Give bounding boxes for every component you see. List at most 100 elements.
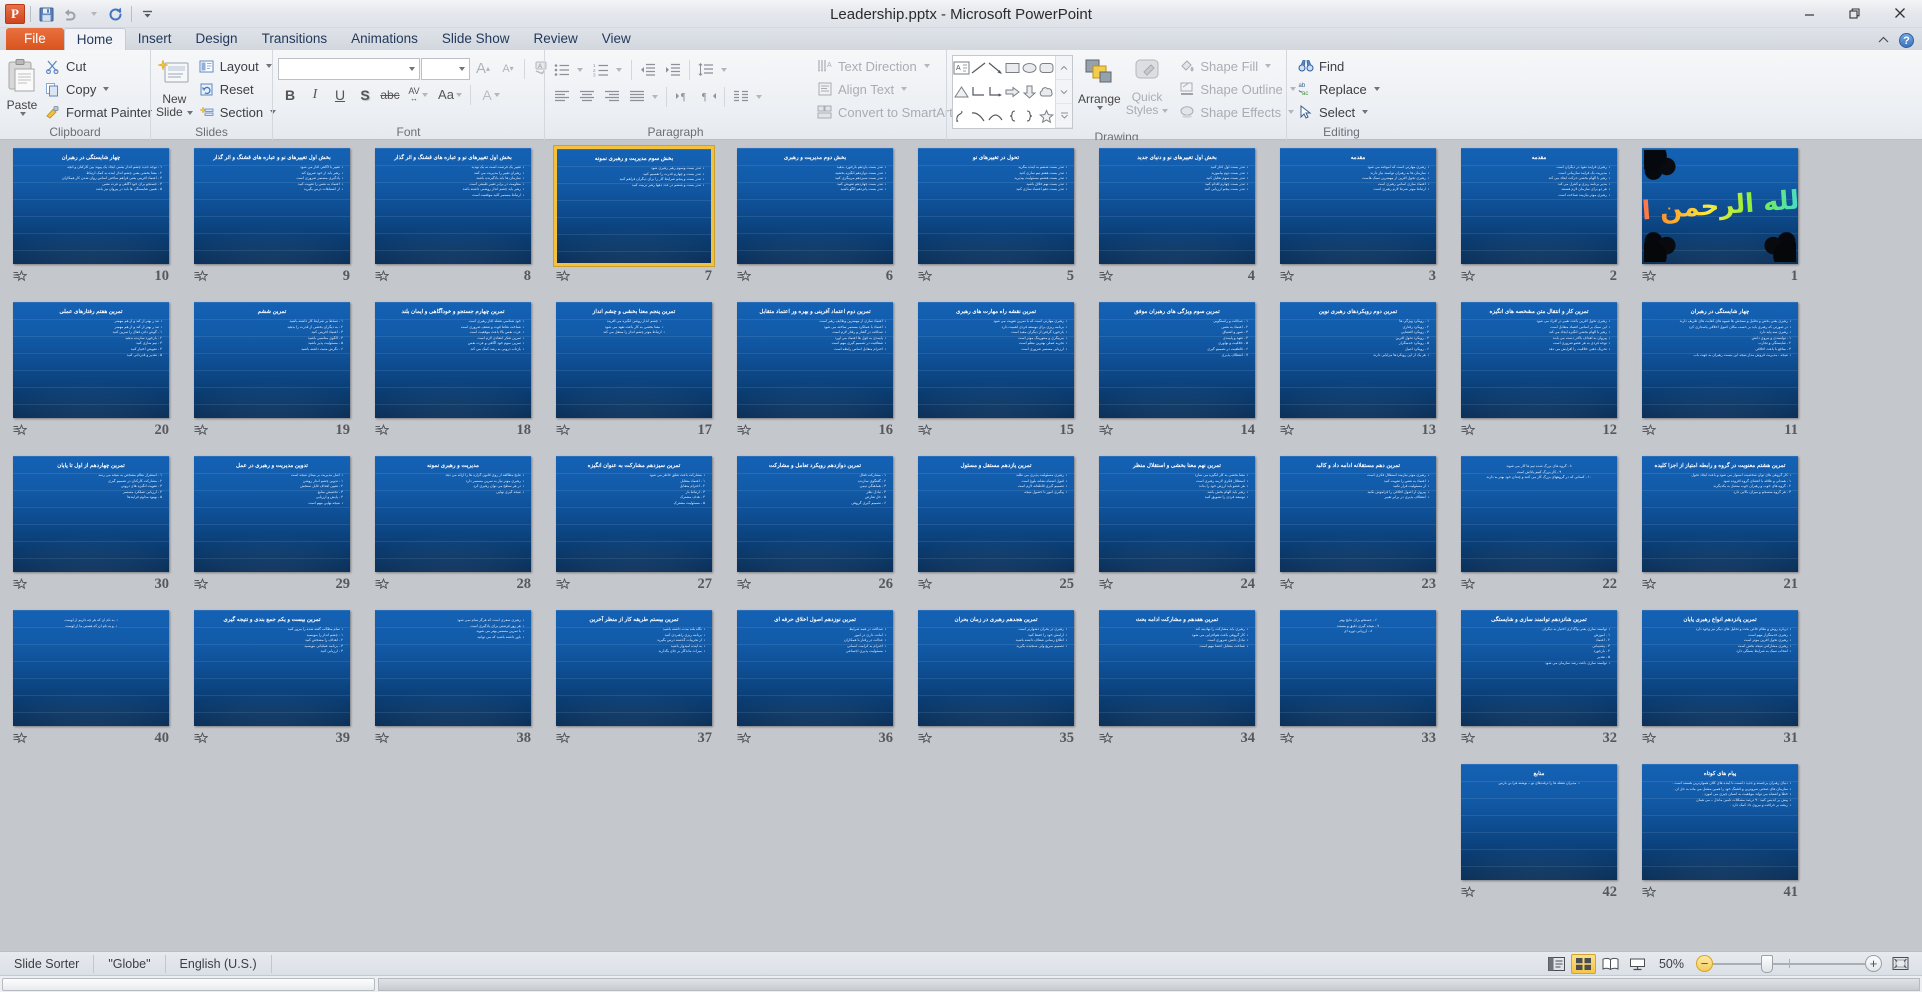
scrollbar-thumb[interactable] xyxy=(2,977,375,991)
chevron-down-icon[interactable] xyxy=(1373,87,1380,91)
slide-thumbnail-frame[interactable]: تمرین نقشه راه مهارت های رهبری رهبری مهار… xyxy=(916,300,1076,420)
slide-thumbnail-frame[interactable]: تحول در تغییرهای نو تندر بست ششم به آینده… xyxy=(916,146,1076,266)
slide-thumbnail-frame[interactable]: تمرین هفدهم و مشارکت ادامه بحث رهبری باید… xyxy=(1097,608,1257,728)
slide-thumbnail-41[interactable]: پیام های کوتاه دنیای رهبران برجسته و جدید… xyxy=(1640,762,1800,902)
transition-star-icon[interactable] xyxy=(918,423,932,437)
transition-star-icon[interactable] xyxy=(1642,731,1656,745)
slide-preview[interactable]: مقدمه رهبری مهارتی است که آموخته می شودسا… xyxy=(1280,148,1436,264)
slide-thumbnail-frame[interactable]: تمرین نوزدهم اصول اخلاق حرفه ای صداقت در … xyxy=(735,608,895,728)
slide-thumbnail-frame[interactable]: چهار شایستگی در رهبران رهبری یعنی بخش و ت… xyxy=(1640,300,1800,420)
slide-thumbnail-frame[interactable]: بخش سوم مدیریت و رهبری نمونه تندر بست وسو… xyxy=(554,146,714,266)
ribbon-tabs[interactable]: File Home Insert Design Transitions Anim… xyxy=(0,28,1922,50)
zoom-percentage[interactable]: 50% xyxy=(1651,957,1696,971)
chevron-down-icon[interactable] xyxy=(459,66,465,71)
slide-preview[interactable]: تمرین نهم معنا بخشی و استقلال منظر معنا ب… xyxy=(1099,456,1255,572)
slide-thumbnail-37[interactable]: تمرین بیستم طریقه کار از منظر آخرین نگاه … xyxy=(554,608,714,748)
shapes-gallery[interactable]: A xyxy=(952,55,1073,129)
slide-thumbnail-frame[interactable]: تمرین پنجم معنا بخشی و چشم انداز چشم اندا… xyxy=(554,300,714,420)
shape-oval-icon[interactable] xyxy=(1021,56,1038,80)
section-button[interactable]: Section xyxy=(195,101,282,123)
decrease-indent-button[interactable] xyxy=(636,58,660,81)
slide-preview[interactable]: تمرین هفدهم و مشارکت ادامه بحث رهبری باید… xyxy=(1099,610,1255,726)
transition-star-icon[interactable] xyxy=(1642,269,1656,283)
slide-preview[interactable]: بخش اول تغییرهای نو و عباره های قشنگ و ا… xyxy=(375,148,531,264)
shape-outline-button[interactable]: Shape Outline xyxy=(1175,78,1301,100)
slide-thumbnail-frame[interactable]: بخش اول تغییرهای نو و عباره های قشنگ و ا… xyxy=(192,146,352,266)
shapes-gallery-scrollbar[interactable] xyxy=(1055,56,1072,128)
slide-thumbnail-42[interactable]: منابع مدیران نقطه ها را ترفندهای تو – نوش… xyxy=(1459,762,1619,902)
justify-button[interactable] xyxy=(625,85,649,108)
slide-thumbnail-frame[interactable]: تمرین هفتم رفتارهای عملی تند ر بهتر از کن… xyxy=(11,300,171,420)
slide-thumbnail-28[interactable]: مدیریت و رهبری نمونه نتایج مطالعه از روی … xyxy=(373,454,533,594)
reset-button[interactable]: Reset xyxy=(195,78,282,100)
slide-thumbnail-23[interactable]: تمرین دهم مستقلانه ادامه داد و کالبد رهبر… xyxy=(1278,454,1438,594)
chevron-down-icon[interactable] xyxy=(20,112,26,116)
transition-star-icon[interactable] xyxy=(1099,731,1113,745)
transition-star-icon[interactable] xyxy=(918,577,932,591)
layout-button[interactable]: Layout xyxy=(195,55,282,77)
slide-preview[interactable]: منابع مدیران نقطه ها را ترفندهای تو – نوش… xyxy=(1461,764,1617,880)
tab-insert[interactable]: Insert xyxy=(126,28,184,50)
slide-thumbnail-6[interactable]: بخش دوم مدیریت و رهبری تندر بست یازدهم با… xyxy=(735,146,895,286)
slide-thumbnail-frame[interactable]: تمرین بیست و یکم جمع بندی و نتیجه گیری تم… xyxy=(192,608,352,728)
columns-button[interactable] xyxy=(729,85,753,108)
scroll-up-icon[interactable] xyxy=(1056,56,1072,80)
shape-rectangle-icon[interactable] xyxy=(1004,56,1021,80)
align-right-button[interactable] xyxy=(600,85,624,108)
slide-preview[interactable]: به نام آن که هر چه داریم از اوستو به نام… xyxy=(13,610,169,726)
shape-curve-icon[interactable] xyxy=(970,104,987,128)
help-icon[interactable]: ? xyxy=(1899,33,1914,48)
slide-preview[interactable]: تمرین چهاردهم از اول تا پایان ۱ - استقرار… xyxy=(13,456,169,572)
transition-star-icon[interactable] xyxy=(1099,577,1113,591)
slide-thumbnail-2[interactable]: مقدمه رهبری فرایند نفوذ در دیگران استمدیر… xyxy=(1459,146,1619,286)
transition-star-icon[interactable] xyxy=(737,577,751,591)
slide-thumbnail-9[interactable]: بخش اول تغییرهای نو و عباره های قشنگ و ا… xyxy=(192,146,352,286)
slide-preview[interactable]: تمرین بیستم طریقه کار از منظر آخرین نگاه … xyxy=(556,610,712,726)
transition-star-icon[interactable] xyxy=(556,577,570,591)
slide-thumbnail-frame[interactable]: منابع مدیران نقطه ها را ترفندهای تو – نوش… xyxy=(1459,762,1619,882)
chevron-down-icon[interactable] xyxy=(577,67,583,72)
transition-star-icon[interactable] xyxy=(13,731,27,745)
quick-styles-button[interactable]: Quick Styles xyxy=(1126,55,1169,117)
cut-button[interactable]: Cut xyxy=(41,55,158,77)
transition-star-icon[interactable] xyxy=(194,269,208,283)
transition-star-icon[interactable] xyxy=(737,269,751,283)
slide-thumbnail-14[interactable]: تمرین سوم ویژگی های رهبران موفق ۱ - صداقت… xyxy=(1097,300,1257,440)
slide-thumbnail-30[interactable]: تمرین چهاردهم از اول تا پایان ۱ - استقرار… xyxy=(11,454,171,594)
font-color-button[interactable]: A xyxy=(475,83,507,106)
transition-star-icon[interactable] xyxy=(1642,885,1656,899)
transition-star-icon[interactable] xyxy=(1461,885,1475,899)
slide-preview[interactable]: تمرین پنجم معنا بخشی و چشم انداز چشم اندا… xyxy=(556,302,712,418)
restore-button[interactable] xyxy=(1832,0,1877,26)
slide-thumbnail-26[interactable]: تمرین دوازدهم رویکرد تعامل و مشارکت ۱ - م… xyxy=(735,454,895,594)
slide-thumbnail-5[interactable]: تحول در تغییرهای نو تندر بست ششم به آینده… xyxy=(916,146,1076,286)
slide-thumbnail-frame[interactable]: بسم الله الرحمن الرحيم xyxy=(1640,146,1800,266)
shape-textbox-icon[interactable]: A xyxy=(953,56,970,80)
zoom-in-button[interactable]: + xyxy=(1865,955,1882,972)
slide-thumbnail-frame[interactable]: تدوین مدیریت و رهبری در عمل اصل مدیریت بر… xyxy=(192,454,352,574)
chevron-down-icon[interactable] xyxy=(756,94,762,99)
transition-star-icon[interactable] xyxy=(13,269,27,283)
slide-thumbnail-29[interactable]: تدوین مدیریت و رهبری در عمل اصل مدیریت بر… xyxy=(192,454,352,594)
slide-thumbnail-11[interactable]: چهار شایستگی در رهبران رهبری یعنی بخش و ت… xyxy=(1640,300,1800,440)
transition-star-icon[interactable] xyxy=(1461,577,1475,591)
shapes-more-icon[interactable] xyxy=(1056,104,1072,128)
slide-preview[interactable]: تمرین سوم ویژگی های رهبران موفق ۱ - صداقت… xyxy=(1099,302,1255,418)
slide-preview[interactable]: تمرین شانزدهم توانمند سازی و شایستگی توان… xyxy=(1461,610,1617,726)
slide-thumbnail-35[interactable]: تمرین هجدهم رهبری در زمان بحران رهبری در … xyxy=(916,608,1076,748)
slide-thumbnail-frame[interactable]: تمرین نهم معنا بخشی و استقلال منظر معنا ب… xyxy=(1097,454,1257,574)
transition-star-icon[interactable] xyxy=(1642,423,1656,437)
transition-star-icon[interactable] xyxy=(1280,269,1294,283)
shape-arc-icon[interactable] xyxy=(987,104,1004,128)
minimize-button[interactable] xyxy=(1787,0,1832,26)
slide-thumbnail-frame[interactable]: مقدمه رهبری مهارتی است که آموخته می شودسا… xyxy=(1278,146,1438,266)
shape-right-arrow-icon[interactable] xyxy=(1004,80,1021,104)
slide-thumbnail-13[interactable]: تمرین دوم رویکردهای رهبری نوین ۱ - رویکرد… xyxy=(1278,300,1438,440)
slide-preview[interactable]: رهبری سفری است که هرگز تمام نمی شودهر رو… xyxy=(375,610,531,726)
tab-review[interactable]: Review xyxy=(521,28,589,50)
text-shadow-button[interactable]: S xyxy=(353,83,377,106)
slide-thumbnail-31[interactable]: تمرین پانزدهم انواع رهبری پایان درباره رو… xyxy=(1640,608,1800,748)
tab-view[interactable]: View xyxy=(590,28,643,50)
increase-indent-button[interactable] xyxy=(661,58,685,81)
close-button[interactable] xyxy=(1877,0,1922,26)
